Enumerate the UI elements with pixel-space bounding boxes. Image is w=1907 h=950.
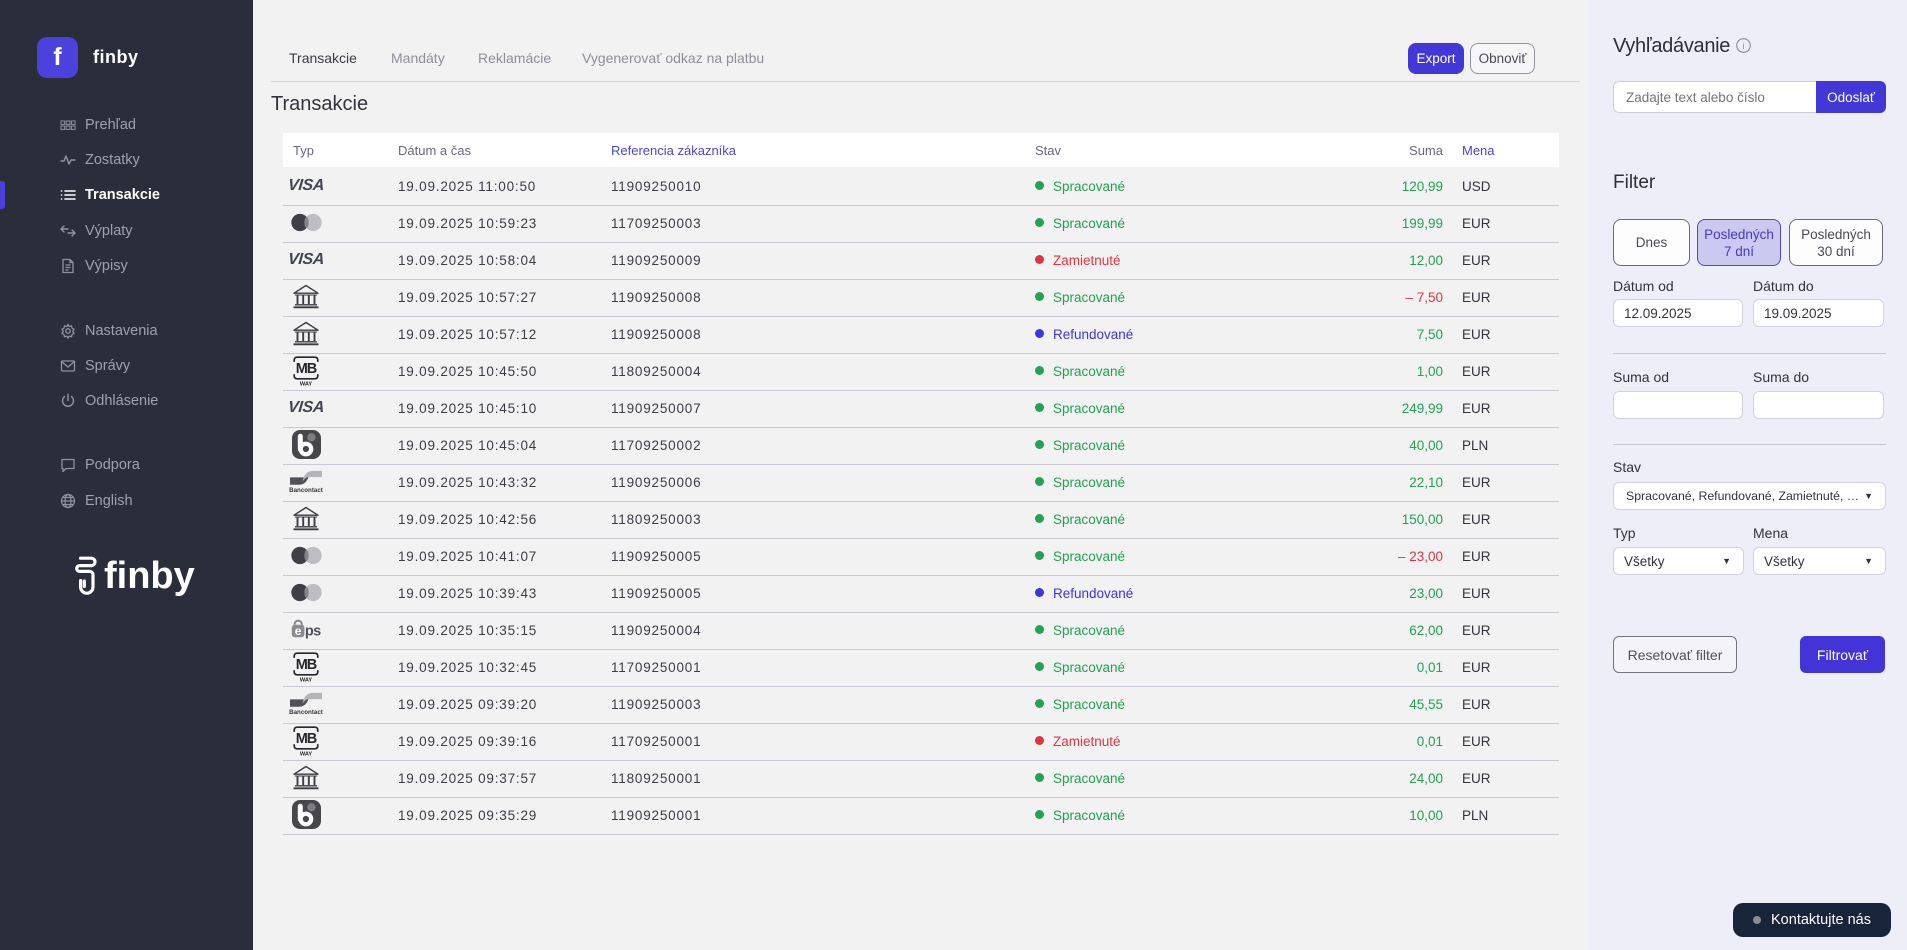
svg-text:WAY: WAY: [300, 751, 312, 756]
svg-text:MB: MB: [296, 361, 317, 377]
svg-text:MB: MB: [296, 731, 317, 747]
svg-text:WAY: WAY: [300, 381, 312, 386]
svg-text:e: e: [295, 624, 302, 638]
svg-text:MB: MB: [296, 657, 317, 673]
svg-text:Bancontact: Bancontact: [289, 709, 323, 715]
svg-text:ps: ps: [305, 623, 321, 639]
svg-text:i: i: [1743, 41, 1745, 51]
svg-text:Bancontact: Bancontact: [289, 487, 323, 493]
svg-text:WAY: WAY: [300, 677, 312, 682]
